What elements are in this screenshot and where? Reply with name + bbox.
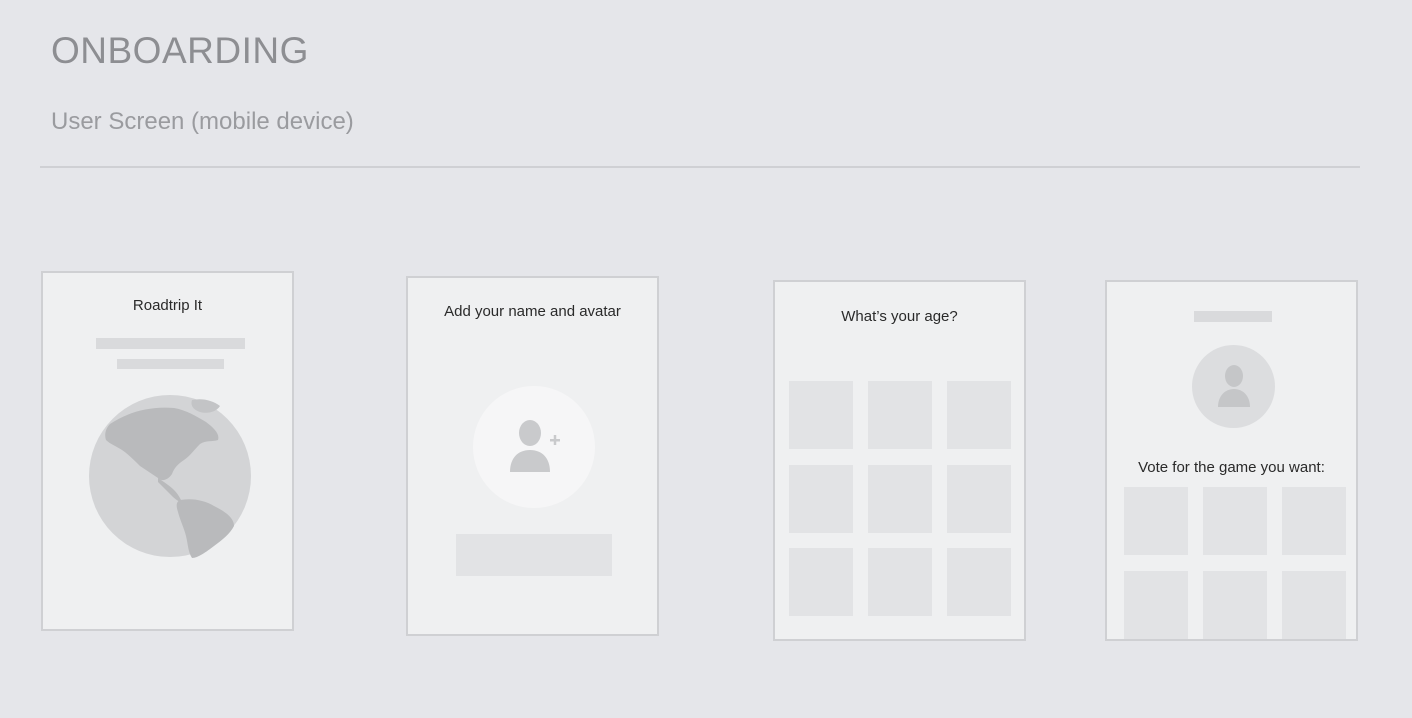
game-option-tile[interactable] <box>1203 487 1267 555</box>
screen-name-avatar: Add your name and avatar <box>406 276 659 636</box>
age-option-tile[interactable] <box>868 548 932 616</box>
globe-icon <box>88 394 252 558</box>
age-option-tile[interactable] <box>947 548 1011 616</box>
age-option-tile[interactable] <box>947 381 1011 449</box>
name-input-placeholder[interactable] <box>456 534 612 576</box>
game-option-tile[interactable] <box>1203 571 1267 639</box>
text-placeholder-bar <box>96 338 245 349</box>
game-option-tile[interactable] <box>1124 571 1188 639</box>
game-option-tile[interactable] <box>1282 571 1346 639</box>
add-user-icon <box>510 418 564 476</box>
age-option-tile[interactable] <box>789 465 853 533</box>
screen-title: Add your name and avatar <box>444 303 621 320</box>
text-placeholder-bar <box>1194 311 1272 322</box>
game-option-tile[interactable] <box>1124 487 1188 555</box>
avatar <box>1192 345 1275 428</box>
game-option-tile[interactable] <box>1282 487 1346 555</box>
age-option-tile[interactable] <box>868 465 932 533</box>
screen-age: What’s your age? <box>773 280 1026 641</box>
text-placeholder-bar <box>117 359 224 369</box>
avatar-placeholder[interactable] <box>473 386 595 508</box>
age-option-tile[interactable] <box>789 381 853 449</box>
user-icon <box>1217 365 1251 409</box>
screen-roadtrip: Roadtrip It <box>41 271 294 631</box>
age-option-tile[interactable] <box>947 465 1011 533</box>
age-option-tile[interactable] <box>868 381 932 449</box>
page-title: ONBOARDING <box>51 30 309 71</box>
screen-title: What’s your age? <box>841 308 958 325</box>
screen-title: Vote for the game you want: <box>1138 459 1325 476</box>
header-divider <box>40 166 1360 168</box>
age-option-tile[interactable] <box>789 548 853 616</box>
screen-title: Roadtrip It <box>132 297 203 314</box>
screen-vote-game: Vote for the game you want: <box>1105 280 1358 641</box>
page-subtitle: User Screen (mobile device) <box>51 108 354 135</box>
